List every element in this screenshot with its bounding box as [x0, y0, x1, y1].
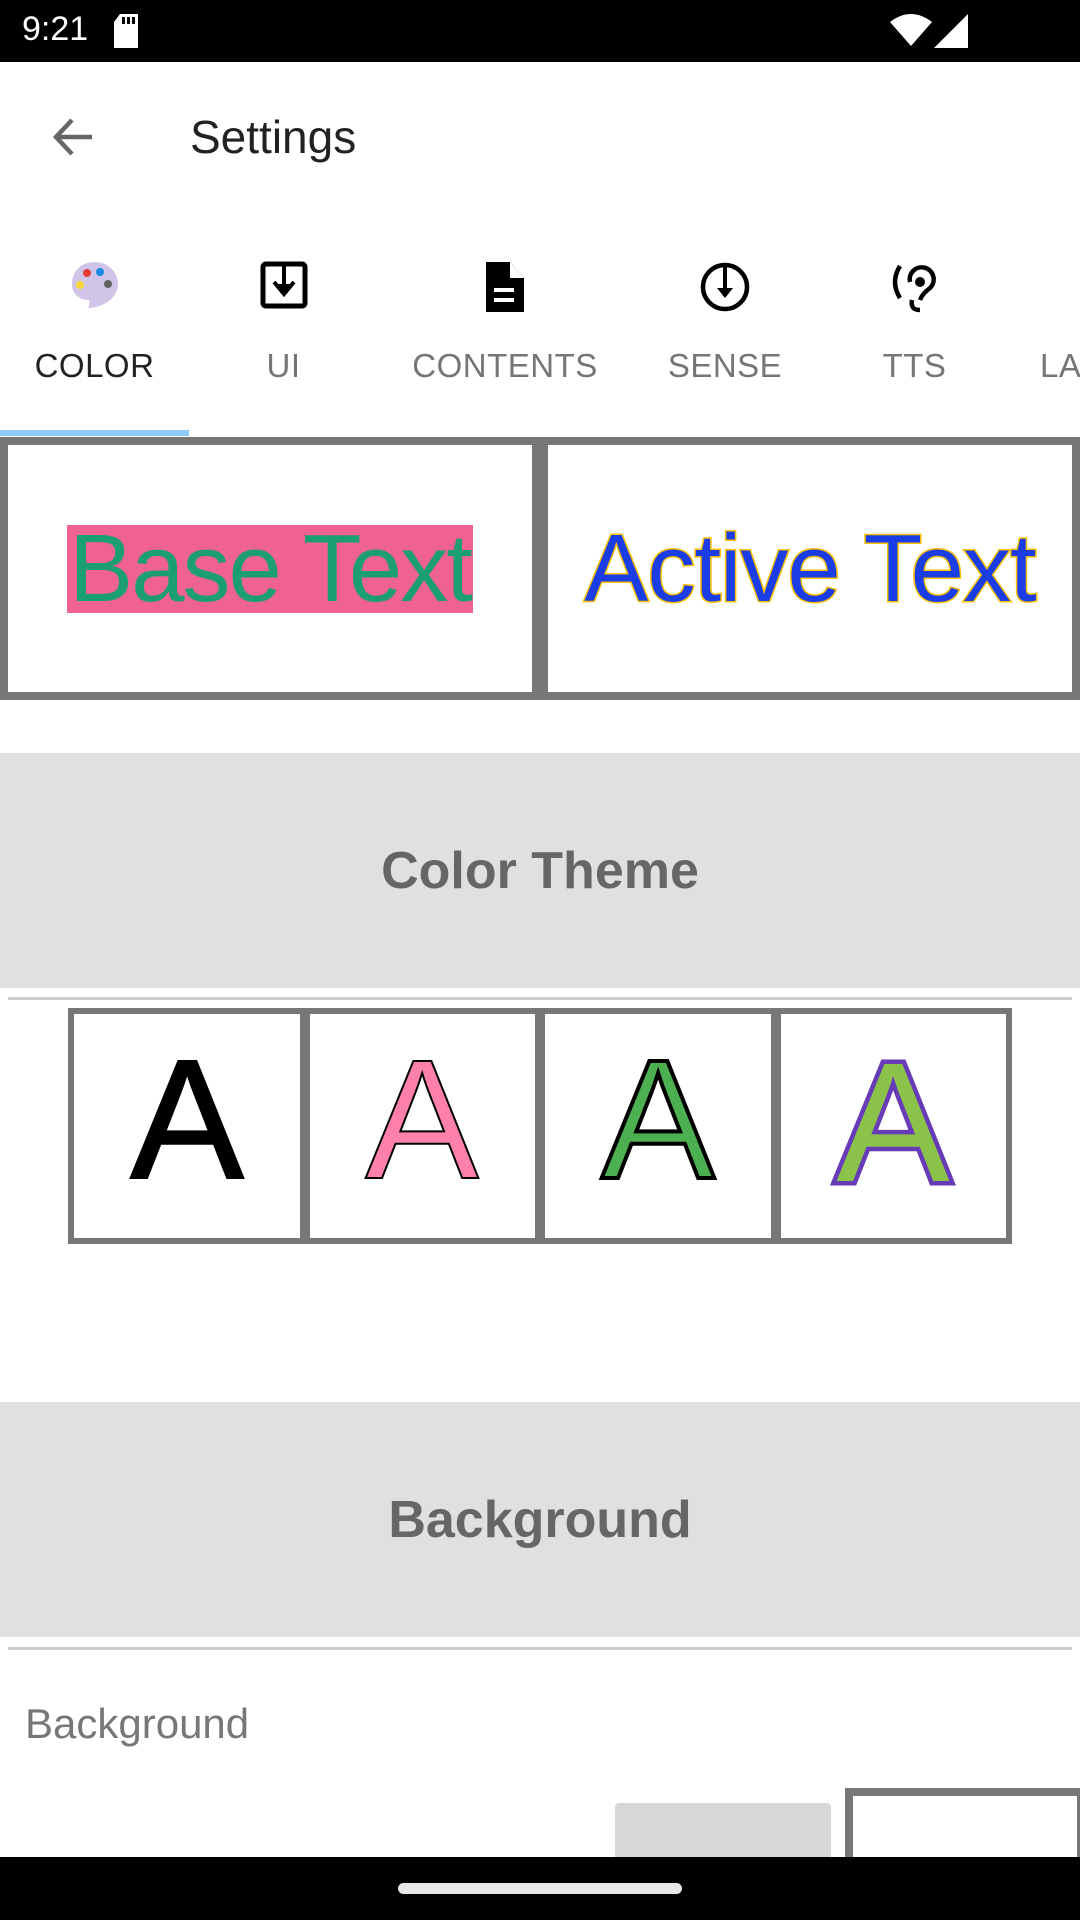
section-header-color-theme: Color Theme	[0, 753, 1080, 988]
signal-icon	[934, 14, 968, 48]
palette-icon	[71, 262, 118, 308]
status-bar: 9:21	[0, 0, 1080, 62]
background-swatch-white[interactable]	[845, 1788, 1080, 1868]
section-header-background: Background	[0, 1402, 1080, 1637]
active-text: Active Text	[583, 513, 1038, 623]
tab-contents[interactable]: CONTENTS	[400, 250, 610, 436]
text-preview: Base Text Active Text	[0, 437, 1080, 700]
page-title: Settings	[190, 111, 357, 163]
divider	[8, 1647, 1072, 1650]
navigation-bar	[0, 1857, 1080, 1920]
document-icon	[486, 262, 524, 312]
download-box-icon	[260, 261, 307, 309]
tab-label: TTS	[882, 347, 947, 384]
theme-option-black[interactable]: A	[74, 1014, 300, 1238]
theme-option-pink[interactable]: A	[309, 1014, 535, 1238]
tab-label: SENSE	[667, 347, 783, 384]
sd-card-icon	[114, 14, 138, 48]
circle-down-arrow-icon	[700, 262, 750, 312]
tab-tts[interactable]: TTS	[820, 250, 1009, 436]
theme-letter-icon: A	[599, 1056, 717, 1196]
theme-letter-icon: A	[832, 1051, 955, 1201]
background-swatch-gray[interactable]	[615, 1803, 831, 1863]
theme-option-green[interactable]: A	[545, 1014, 771, 1238]
theme-letter-icon: A	[129, 1056, 245, 1196]
theme-letter-icon: A	[365, 1056, 481, 1196]
tab-la[interactable]: LA	[1010, 250, 1080, 436]
home-gesture-handle[interactable]	[398, 1883, 682, 1894]
arrow-back-icon[interactable]	[48, 112, 98, 162]
active-text-preview[interactable]: Active Text	[548, 445, 1072, 692]
base-text: Base Text	[67, 514, 473, 622]
preview-divider	[532, 445, 548, 692]
tab-label: COLOR	[34, 347, 155, 384]
wifi-icon	[890, 14, 932, 46]
tab-indicator	[0, 430, 189, 436]
tab-sense[interactable]: SENSE	[630, 250, 820, 436]
svg-text:A: A	[837, 1051, 951, 1201]
hearing-icon	[892, 264, 936, 313]
theme-option-purple-lime[interactable]: A	[780, 1014, 1006, 1238]
base-text-preview[interactable]: Base Text	[8, 445, 532, 692]
tab-color[interactable]: COLOR	[0, 250, 189, 436]
svg-text:A: A	[366, 1056, 480, 1196]
status-time: 9:21	[22, 10, 89, 48]
tab-ui[interactable]: UI	[189, 250, 378, 436]
background-label: Background	[25, 1700, 250, 1747]
tab-label: UI	[266, 347, 301, 384]
color-theme-picker: A A A A	[68, 1008, 1012, 1244]
divider	[8, 997, 1072, 1000]
svg-text:A: A	[130, 1056, 244, 1196]
svg-text:A: A	[601, 1056, 715, 1196]
tab-label: CONTENTS	[412, 347, 598, 384]
tab-label: LA	[1040, 347, 1080, 384]
